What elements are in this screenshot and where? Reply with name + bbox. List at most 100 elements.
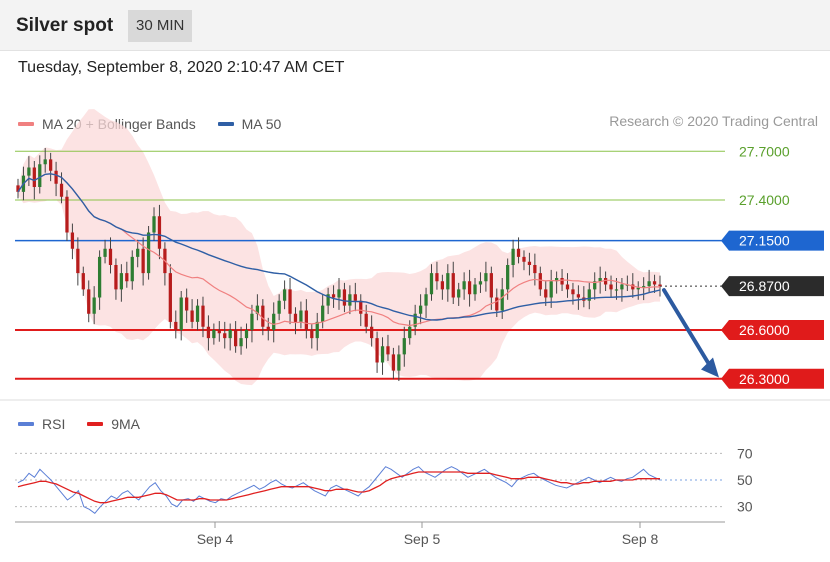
candle-body <box>408 326 412 339</box>
rsi-tick-label: 30 <box>737 499 753 515</box>
candle-body <box>457 289 461 298</box>
candle-body <box>506 265 510 290</box>
candle-body <box>76 248 80 274</box>
candle-body <box>168 273 172 322</box>
candle-body <box>152 216 156 233</box>
candle-body <box>658 284 662 287</box>
candle-body <box>538 273 542 290</box>
candle-body <box>435 273 439 282</box>
candle-body <box>647 281 651 287</box>
candle-body <box>331 294 336 298</box>
level-label: 26.3000 <box>739 371 790 387</box>
candle-body <box>239 338 243 347</box>
candle-body <box>310 330 314 339</box>
candle-body <box>397 354 401 371</box>
candle-body <box>212 330 216 339</box>
rsi-tick-label: 70 <box>737 445 753 461</box>
candle-body <box>511 248 515 265</box>
forecast-arrow <box>662 288 713 370</box>
candle-body <box>380 346 385 363</box>
candle-body <box>484 273 488 282</box>
candle-body <box>614 289 619 291</box>
candle-body <box>603 278 608 285</box>
candle-body <box>157 216 162 249</box>
candle-body <box>185 297 189 311</box>
candle-body <box>146 232 151 274</box>
candle-body <box>451 273 455 298</box>
candle-body <box>462 281 466 290</box>
candle-body <box>54 170 58 184</box>
candle-body <box>70 232 75 249</box>
candle-body <box>533 265 537 274</box>
candle-body <box>370 326 374 339</box>
candle-body <box>103 248 107 257</box>
x-tick-label: Sep 8 <box>622 531 659 547</box>
forecast-arrowhead <box>701 357 719 378</box>
candle-body <box>223 333 227 339</box>
bollinger-band <box>18 109 660 386</box>
candle-body <box>272 313 276 330</box>
candle-body <box>27 167 31 176</box>
candle-body <box>92 297 96 314</box>
candle-body <box>560 278 564 285</box>
candle-body <box>136 248 140 257</box>
candle-body <box>114 265 118 290</box>
level-label: 26.8700 <box>739 278 790 294</box>
candle-body <box>282 289 287 301</box>
candle-body <box>206 326 211 339</box>
candle-body <box>571 289 575 295</box>
candle-body <box>544 289 548 298</box>
candle-body <box>446 273 450 290</box>
candle-body <box>620 284 624 290</box>
candle-body <box>549 281 553 298</box>
candle-body <box>233 330 238 347</box>
candle-body <box>375 338 379 363</box>
candle-body <box>195 305 200 322</box>
candle-body <box>353 294 357 301</box>
candle-body <box>359 300 363 314</box>
candle-body <box>440 281 445 290</box>
price-chart: 27.7000 27.4000 27.1500 26.8700 26.6000 26.30… <box>0 109 830 547</box>
candle-body <box>266 326 270 330</box>
candle-body <box>304 310 308 330</box>
candle-body <box>652 281 657 285</box>
candle-body <box>473 284 477 295</box>
candle-body <box>217 330 221 334</box>
candle-body <box>516 248 521 257</box>
candle-body <box>261 305 265 327</box>
candle-body <box>59 183 64 197</box>
candle-body <box>402 338 406 355</box>
candle-body <box>174 321 178 330</box>
candle-body <box>364 313 368 327</box>
candle-body <box>244 330 249 339</box>
candle-body <box>293 313 298 322</box>
candle-body <box>190 310 194 322</box>
candle-body <box>119 273 124 290</box>
candle-body <box>576 294 581 298</box>
candle-body <box>108 248 113 265</box>
candle-body <box>49 159 53 171</box>
candle-body <box>522 256 526 262</box>
candle-body <box>43 159 47 165</box>
candle-body <box>125 273 129 282</box>
level-label: 27.7000 <box>739 143 790 159</box>
candle-body <box>97 256 102 298</box>
candle-body <box>87 289 91 314</box>
candle-body <box>429 273 434 295</box>
candle-body <box>201 305 205 327</box>
candle-body <box>527 261 532 265</box>
candle-body <box>141 248 145 274</box>
candle-body <box>495 297 499 311</box>
x-tick-label: Sep 4 <box>197 531 234 547</box>
candle-body <box>348 294 352 306</box>
level-label: 26.6000 <box>739 322 790 338</box>
candle-body <box>315 321 319 339</box>
candle-body <box>467 281 472 295</box>
candle-body <box>386 346 390 355</box>
candle-body <box>391 354 396 371</box>
level-label: 27.1500 <box>739 233 790 249</box>
rsi-tick-label: 50 <box>737 472 753 488</box>
candle-body <box>565 284 570 290</box>
candle-body <box>130 256 134 282</box>
candle-body <box>321 305 325 322</box>
